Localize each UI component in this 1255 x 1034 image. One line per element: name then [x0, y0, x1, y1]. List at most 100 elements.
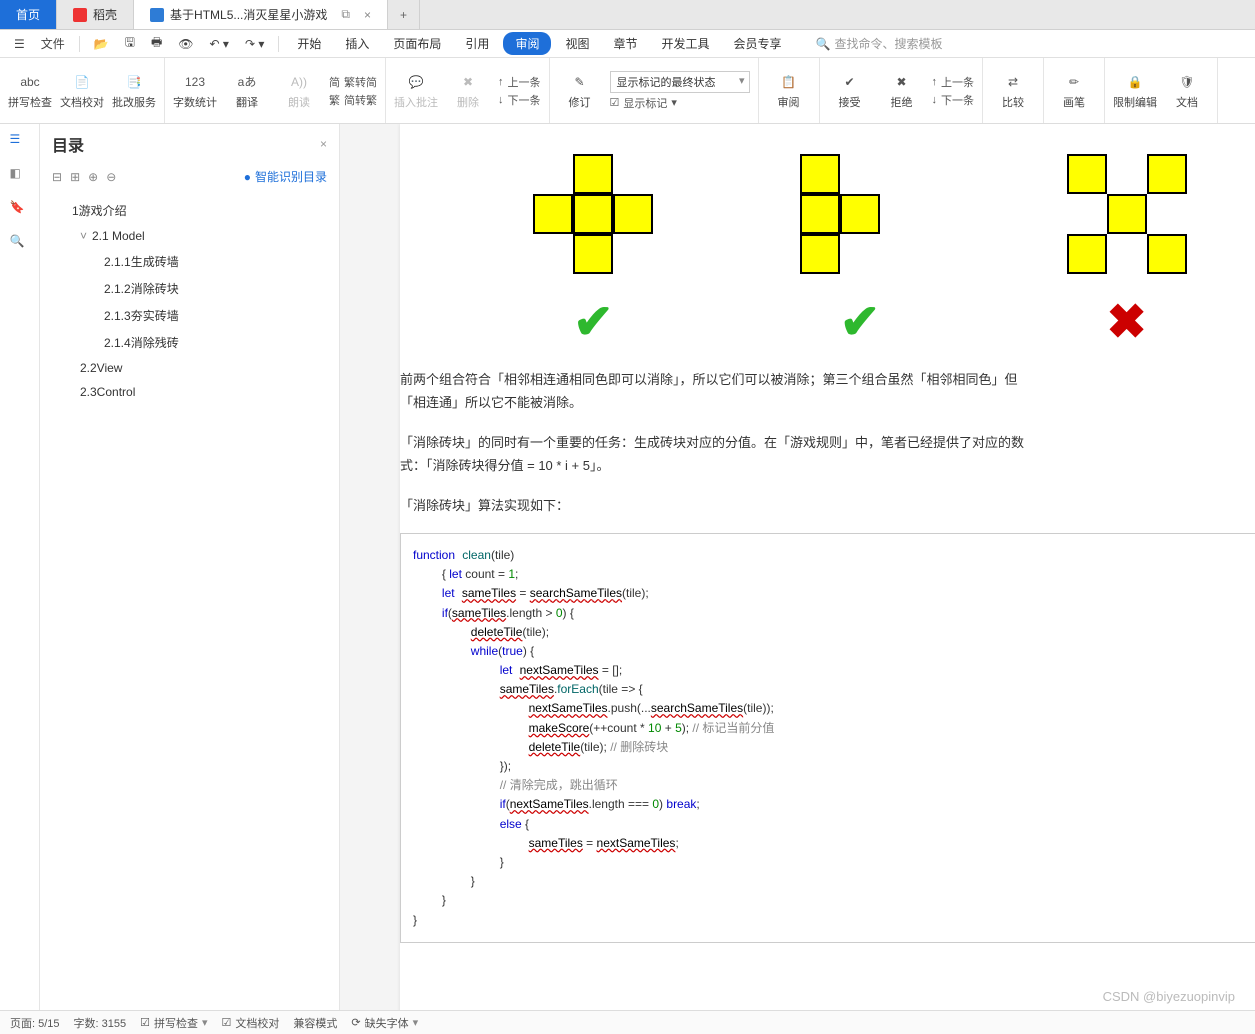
prev-comment-button[interactable]: ↑ 上一条: [498, 74, 541, 90]
readaloud-button[interactable]: A))朗读: [277, 62, 321, 119]
prev-change-button[interactable]: ↑ 上一条: [932, 74, 975, 90]
reject-button[interactable]: ✖拒绝: [880, 62, 924, 119]
review-pane-button[interactable]: 📋审阅: [767, 62, 811, 119]
protect-doc-button[interactable]: 🛡文档: [1165, 62, 1209, 119]
tab-shell[interactable]: 稻壳: [57, 0, 134, 29]
open-icon[interactable]: 📂: [88, 33, 115, 55]
close-tab-icon[interactable]: ×: [364, 8, 371, 22]
code-block: function clean(tile) { let count = 1; le…: [400, 533, 1255, 943]
insert-comment-button[interactable]: 💬插入批注: [394, 62, 438, 119]
shell-icon: [73, 8, 87, 22]
app-tabs: 首页 稻壳 基于HTML5...消灭星星小游戏 ⧉ × +: [0, 0, 1255, 30]
search-icon: 🔍: [816, 37, 831, 51]
menu-start[interactable]: 开始: [287, 31, 331, 56]
outline-icon[interactable]: ☰: [10, 132, 30, 152]
popout-icon[interactable]: ⧉: [341, 7, 350, 22]
promote-icon[interactable]: ⊕: [88, 170, 98, 184]
diagram-x: ✖: [1067, 154, 1187, 350]
preview-icon[interactable]: 👁: [172, 33, 199, 55]
document-page: ✔ ✔ ✖: [400, 124, 1255, 1010]
restrict-editing-button[interactable]: 🔒限制编辑: [1113, 62, 1157, 119]
main-area: ☰ ◧ 🔖 🔍 目录 × ⊟ ⊞ ⊕ ⊖ ●智能识别目录 1游戏介绍 ˅2.1 …: [0, 124, 1255, 1010]
outline-title: 目录: [52, 132, 84, 156]
undo-icon[interactable]: ↶ ▾: [204, 33, 235, 55]
spellcheck-button[interactable]: abc拼写检查: [8, 62, 52, 119]
tree-node[interactable]: 2.1.2消除砖块: [60, 275, 331, 302]
next-comment-button[interactable]: ↓ 下一条: [498, 92, 541, 108]
menu-bar: ☰ 文件 📂 🖫 🖶 👁 ↶ ▾ ↷ ▾ 开始 插入 页面布局 引用 审阅 视图…: [0, 30, 1255, 58]
menu-reference[interactable]: 引用: [455, 31, 499, 56]
tree-node[interactable]: 2.3Control: [60, 380, 331, 404]
nav-icon[interactable]: ◧: [10, 166, 30, 186]
tree-node[interactable]: 1游戏介绍: [60, 197, 331, 224]
delete-comment-button[interactable]: ✖删除: [446, 62, 490, 119]
menu-insert[interactable]: 插入: [335, 31, 379, 56]
status-proof[interactable]: ☑ 文档校对: [222, 1015, 280, 1031]
hamburger-icon[interactable]: ☰: [8, 33, 31, 55]
find-icon[interactable]: 🔍: [10, 234, 30, 254]
cross-icon: ✖: [1107, 294, 1147, 350]
menu-view[interactable]: 视图: [555, 31, 599, 56]
proofread-button[interactable]: 📄文档校对: [60, 62, 104, 119]
translate-button[interactable]: aあ翻译: [225, 62, 269, 119]
status-bar: 页面: 5/15 字数: 3155 ☑ 拼写检查▾ ☑ 文档校对 兼容模式 ⟳ …: [0, 1010, 1255, 1034]
menu-devtools[interactable]: 开发工具: [651, 31, 719, 56]
file-menu[interactable]: 文件: [35, 31, 71, 56]
document-canvas[interactable]: ✔ ✔ ✖: [340, 124, 1255, 1010]
status-spell[interactable]: ☑ 拼写检查▾: [140, 1015, 207, 1031]
wordcount-button[interactable]: 123字数统计: [173, 62, 217, 119]
show-markup-button[interactable]: ☑ 显示标记 ▾: [610, 95, 750, 111]
diagram-l: ✔: [800, 154, 920, 350]
next-change-button[interactable]: ↓ 下一条: [932, 92, 975, 108]
tree-node[interactable]: ˅2.1 Model: [60, 224, 331, 248]
print-icon[interactable]: 🖶: [145, 29, 168, 58]
to-simplified-button[interactable]: 简 繁转简: [329, 74, 377, 90]
check-icon: ✔: [840, 294, 880, 350]
demote-icon[interactable]: ⊖: [106, 170, 116, 184]
side-rail: ☰ ◧ 🔖 🔍: [0, 124, 40, 1010]
tab-document[interactable]: 基于HTML5...消灭星星小游戏 ⧉ ×: [134, 0, 388, 29]
smart-outline-button[interactable]: ●智能识别目录: [244, 168, 327, 185]
tab-doc-label: 基于HTML5...消灭星星小游戏: [170, 6, 327, 23]
collapse-all-icon[interactable]: ⊟: [52, 170, 62, 184]
to-traditional-button[interactable]: 繁 简转繁: [329, 92, 377, 108]
tree-node[interactable]: 2.1.4消除残砖: [60, 329, 331, 356]
plus-icon: +: [400, 8, 407, 22]
accept-button[interactable]: ✔接受: [828, 62, 872, 119]
tab-shell-label: 稻壳: [93, 6, 117, 23]
chevron-down-icon[interactable]: ˅: [80, 229, 92, 243]
check-icon: ✔: [573, 294, 613, 350]
save-icon[interactable]: 🖫: [119, 29, 141, 58]
tab-home[interactable]: 首页: [0, 0, 57, 29]
ribbon: abc拼写检查 📄文档校对 📑批改服务 123字数统计 aあ翻译 A))朗读 简…: [0, 58, 1255, 124]
tree-node[interactable]: 2.1.3夯实砖墙: [60, 302, 331, 329]
redo-icon[interactable]: ↷ ▾: [239, 33, 270, 55]
menu-review[interactable]: 审阅: [503, 32, 551, 55]
command-search[interactable]: 🔍 查找命令、搜索模板: [816, 35, 943, 52]
search-placeholder: 查找命令、搜索模板: [834, 35, 942, 52]
tree-node[interactable]: 2.1.1生成砖墙: [60, 248, 331, 275]
outline-panel: 目录 × ⊟ ⊞ ⊕ ⊖ ●智能识别目录 1游戏介绍 ˅2.1 Model 2.…: [40, 124, 340, 1010]
menu-chapter[interactable]: 章节: [603, 31, 647, 56]
status-recover[interactable]: ⟳ 缺失字体▾: [351, 1015, 418, 1031]
tab-new[interactable]: +: [388, 0, 420, 29]
bookmark-icon[interactable]: 🔖: [10, 200, 30, 220]
menu-layout[interactable]: 页面布局: [383, 31, 451, 56]
status-compat[interactable]: 兼容模式: [293, 1015, 337, 1031]
status-words[interactable]: 字数: 3155: [74, 1015, 127, 1031]
tile-diagrams: ✔ ✔ ✖: [400, 144, 1255, 360]
expand-all-icon[interactable]: ⊞: [70, 170, 80, 184]
diagram-plus: ✔: [533, 154, 653, 350]
status-page[interactable]: 页面: 5/15: [10, 1015, 60, 1031]
display-mode-select[interactable]: 显示标记的最终状态: [610, 71, 750, 93]
tree-node[interactable]: 2.2View: [60, 356, 331, 380]
menu-member[interactable]: 会员专享: [724, 31, 792, 56]
close-outline-icon[interactable]: ×: [320, 137, 327, 151]
paragraph: 「消除砖块」算法实现如下：: [400, 486, 1255, 525]
paragraph: 「消除砖块」的同时有一个重要的任务：生成砖块对应的分值。在「游戏规则」中，笔者已…: [400, 423, 1255, 486]
ink-button[interactable]: ✏画笔: [1052, 62, 1096, 119]
track-changes-button[interactable]: ✎修订: [558, 62, 602, 119]
batch-service-button[interactable]: 📑批改服务: [112, 62, 156, 119]
outline-tree: 1游戏介绍 ˅2.1 Model 2.1.1生成砖墙 2.1.2消除砖块 2.1…: [40, 193, 339, 1010]
compare-button[interactable]: ⇄比较: [991, 62, 1035, 119]
